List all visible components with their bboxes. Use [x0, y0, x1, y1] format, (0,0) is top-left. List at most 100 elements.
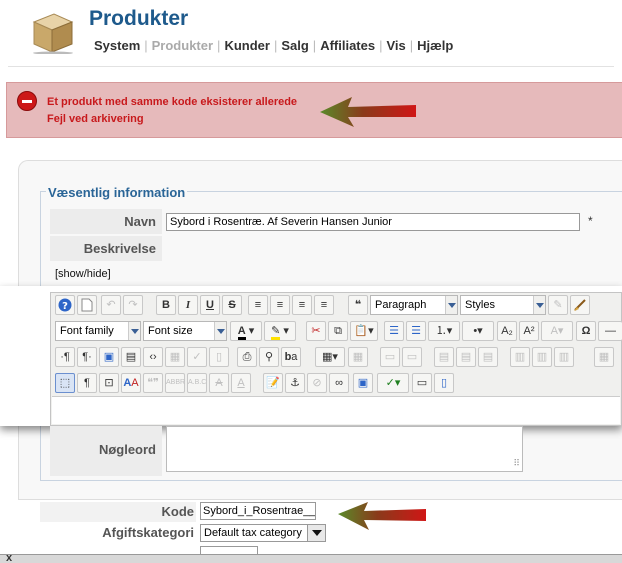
layer-icon[interactable]: ▯: [434, 373, 454, 393]
link-icon[interactable]: ∞: [329, 373, 349, 393]
status-bar: x: [0, 552, 622, 563]
beskrivelse-label: Beskrivelse: [50, 236, 162, 261]
undo-icon[interactable]: ↶: [101, 295, 121, 315]
styleprops-icon[interactable]: AA: [121, 373, 141, 393]
print-icon[interactable]: ⎙: [237, 347, 257, 367]
table-delete-icon[interactable]: ▦: [348, 347, 368, 367]
chevron-down-icon: [533, 296, 545, 314]
find-replace-icon[interactable]: ba: [281, 347, 301, 367]
cleanup-broom-icon[interactable]: [570, 295, 590, 315]
font-size-select[interactable]: Font size: [143, 321, 227, 341]
numbered-list-icon[interactable]: ⒈▾: [428, 321, 460, 341]
cut-icon[interactable]: ✂: [306, 321, 326, 341]
find-binoculars-icon[interactable]: ⚲: [259, 347, 279, 367]
editor-content-area[interactable]: [52, 396, 620, 424]
row-delete-icon[interactable]: ▤: [478, 347, 498, 367]
acronym-icon[interactable]: A.B.C: [187, 373, 207, 393]
menu-item-kunder[interactable]: Kunder: [224, 38, 270, 53]
required-mark: *: [588, 214, 593, 228]
text-color-icon[interactable]: A ▾: [230, 321, 262, 341]
menu-item-system[interactable]: System: [94, 38, 140, 53]
cite-icon[interactable]: ❝❞: [143, 373, 163, 393]
fullscreen-icon[interactable]: ▣: [99, 347, 119, 367]
font-family-select[interactable]: Font family: [55, 321, 141, 341]
header-divider: [8, 66, 614, 67]
styles-select[interactable]: Styles: [460, 295, 546, 315]
col-after-icon[interactable]: ▥: [532, 347, 552, 367]
col-delete-icon[interactable]: ▥: [554, 347, 574, 367]
align-right-icon[interactable]: ≡: [314, 295, 334, 315]
non-breaking-icon[interactable]: ⊡: [99, 373, 119, 393]
align-justify-icon[interactable]: ≡: [248, 295, 268, 315]
noegleord-textarea[interactable]: ⠿: [166, 426, 523, 472]
error-message-line: Et produkt med samme kode eksisterer all…: [47, 96, 298, 108]
symbol-color-icon[interactable]: A▾: [541, 321, 573, 341]
menu-item-produkter[interactable]: Produkter: [152, 38, 213, 53]
navn-input[interactable]: Sybord i Rosentræ. Af Severin Hansen Jun…: [166, 213, 580, 231]
fieldset-legend: Væsentlig information: [46, 185, 188, 200]
menu-item-affiliates[interactable]: Affiliates: [320, 38, 375, 53]
ltr-icon[interactable]: ·¶: [55, 347, 75, 367]
paste-icon[interactable]: 📋▾: [350, 321, 378, 341]
template-icon[interactable]: ▦: [165, 347, 185, 367]
unlink-icon[interactable]: ⊘: [307, 373, 327, 393]
superscript-icon[interactable]: A²: [519, 321, 539, 341]
split-cells-icon[interactable]: ▦: [594, 347, 614, 367]
row-before-icon[interactable]: ▤: [434, 347, 454, 367]
row-after-icon[interactable]: ▤: [456, 347, 476, 367]
abbr-icon[interactable]: ABBR: [165, 373, 185, 393]
table-insert-icon[interactable]: ▦▾: [315, 347, 345, 367]
spellcheck-icon[interactable]: ✓▾: [377, 373, 409, 393]
menu-separator: |: [144, 38, 148, 53]
kode-input[interactable]: Sybord_i_Rosentrae__A: [200, 502, 316, 520]
strikethrough-icon[interactable]: S: [222, 295, 242, 315]
special-char-icon[interactable]: Ω: [576, 321, 596, 341]
copy-icon[interactable]: ⧉: [328, 321, 348, 341]
horizontal-rule-icon[interactable]: —: [598, 321, 622, 341]
new-document-icon[interactable]: [77, 295, 97, 315]
align-left-icon[interactable]: ≡: [292, 295, 312, 315]
html-source-icon[interactable]: ‹›: [143, 347, 163, 367]
help-icon[interactable]: ?: [55, 295, 75, 315]
subscript-icon[interactable]: A₂: [497, 321, 517, 341]
align-center-icon[interactable]: ≡: [270, 295, 290, 315]
bold-icon[interactable]: B: [156, 295, 176, 315]
resize-grip-icon[interactable]: ⠿: [513, 458, 520, 469]
cell-props-icon[interactable]: ▭: [402, 347, 422, 367]
chevron-down-icon: [214, 322, 226, 340]
visual-aid-icon[interactable]: ⬚: [55, 373, 75, 393]
ins-icon[interactable]: A: [231, 373, 251, 393]
document-icon[interactable]: ▯: [209, 347, 229, 367]
align-right-2-icon[interactable]: ☰: [406, 321, 426, 341]
col-before-icon[interactable]: ▥: [510, 347, 530, 367]
anchor-icon[interactable]: ⚓: [285, 373, 305, 393]
image-icon[interactable]: ▣: [353, 373, 373, 393]
del-icon[interactable]: A: [209, 373, 229, 393]
hr-icon[interactable]: ▭: [412, 373, 432, 393]
menu-separator: |: [312, 38, 317, 53]
row-props-icon[interactable]: ▭: [380, 347, 400, 367]
attribs-icon[interactable]: 📝: [263, 373, 283, 393]
redo-icon[interactable]: ↷: [123, 295, 143, 315]
menu-separator: |: [409, 38, 414, 53]
highlight-color-icon[interactable]: ✎ ▾: [264, 321, 296, 341]
cutoff-input[interactable]: [200, 546, 258, 554]
afgiftskategori-label: Afgiftskategori: [102, 525, 194, 540]
format-select[interactable]: Paragraph: [370, 295, 458, 315]
rtl-icon[interactable]: ¶·: [77, 347, 97, 367]
menu-item-salg[interactable]: Salg: [281, 38, 308, 53]
underline-icon[interactable]: U: [200, 295, 220, 315]
media-icon[interactable]: ▤: [121, 347, 141, 367]
align-left-2-icon[interactable]: ☰: [384, 321, 404, 341]
bullet-list-icon[interactable]: •▾: [462, 321, 494, 341]
blockquote-icon[interactable]: ❝: [348, 295, 368, 315]
italic-icon[interactable]: I: [178, 295, 198, 315]
show-hide-link[interactable]: [show/hide]: [55, 268, 111, 280]
eraser-icon[interactable]: ✎: [548, 295, 568, 315]
menu-item-hjaelp[interactable]: Hjælp: [417, 38, 453, 53]
menu-item-vis[interactable]: Vis: [386, 38, 405, 53]
edit-icon[interactable]: ✓: [187, 347, 207, 367]
close-icon[interactable]: x: [6, 552, 12, 563]
show-blocks-icon[interactable]: ¶: [77, 373, 97, 393]
afgiftskategori-select[interactable]: Default tax category: [200, 524, 326, 542]
